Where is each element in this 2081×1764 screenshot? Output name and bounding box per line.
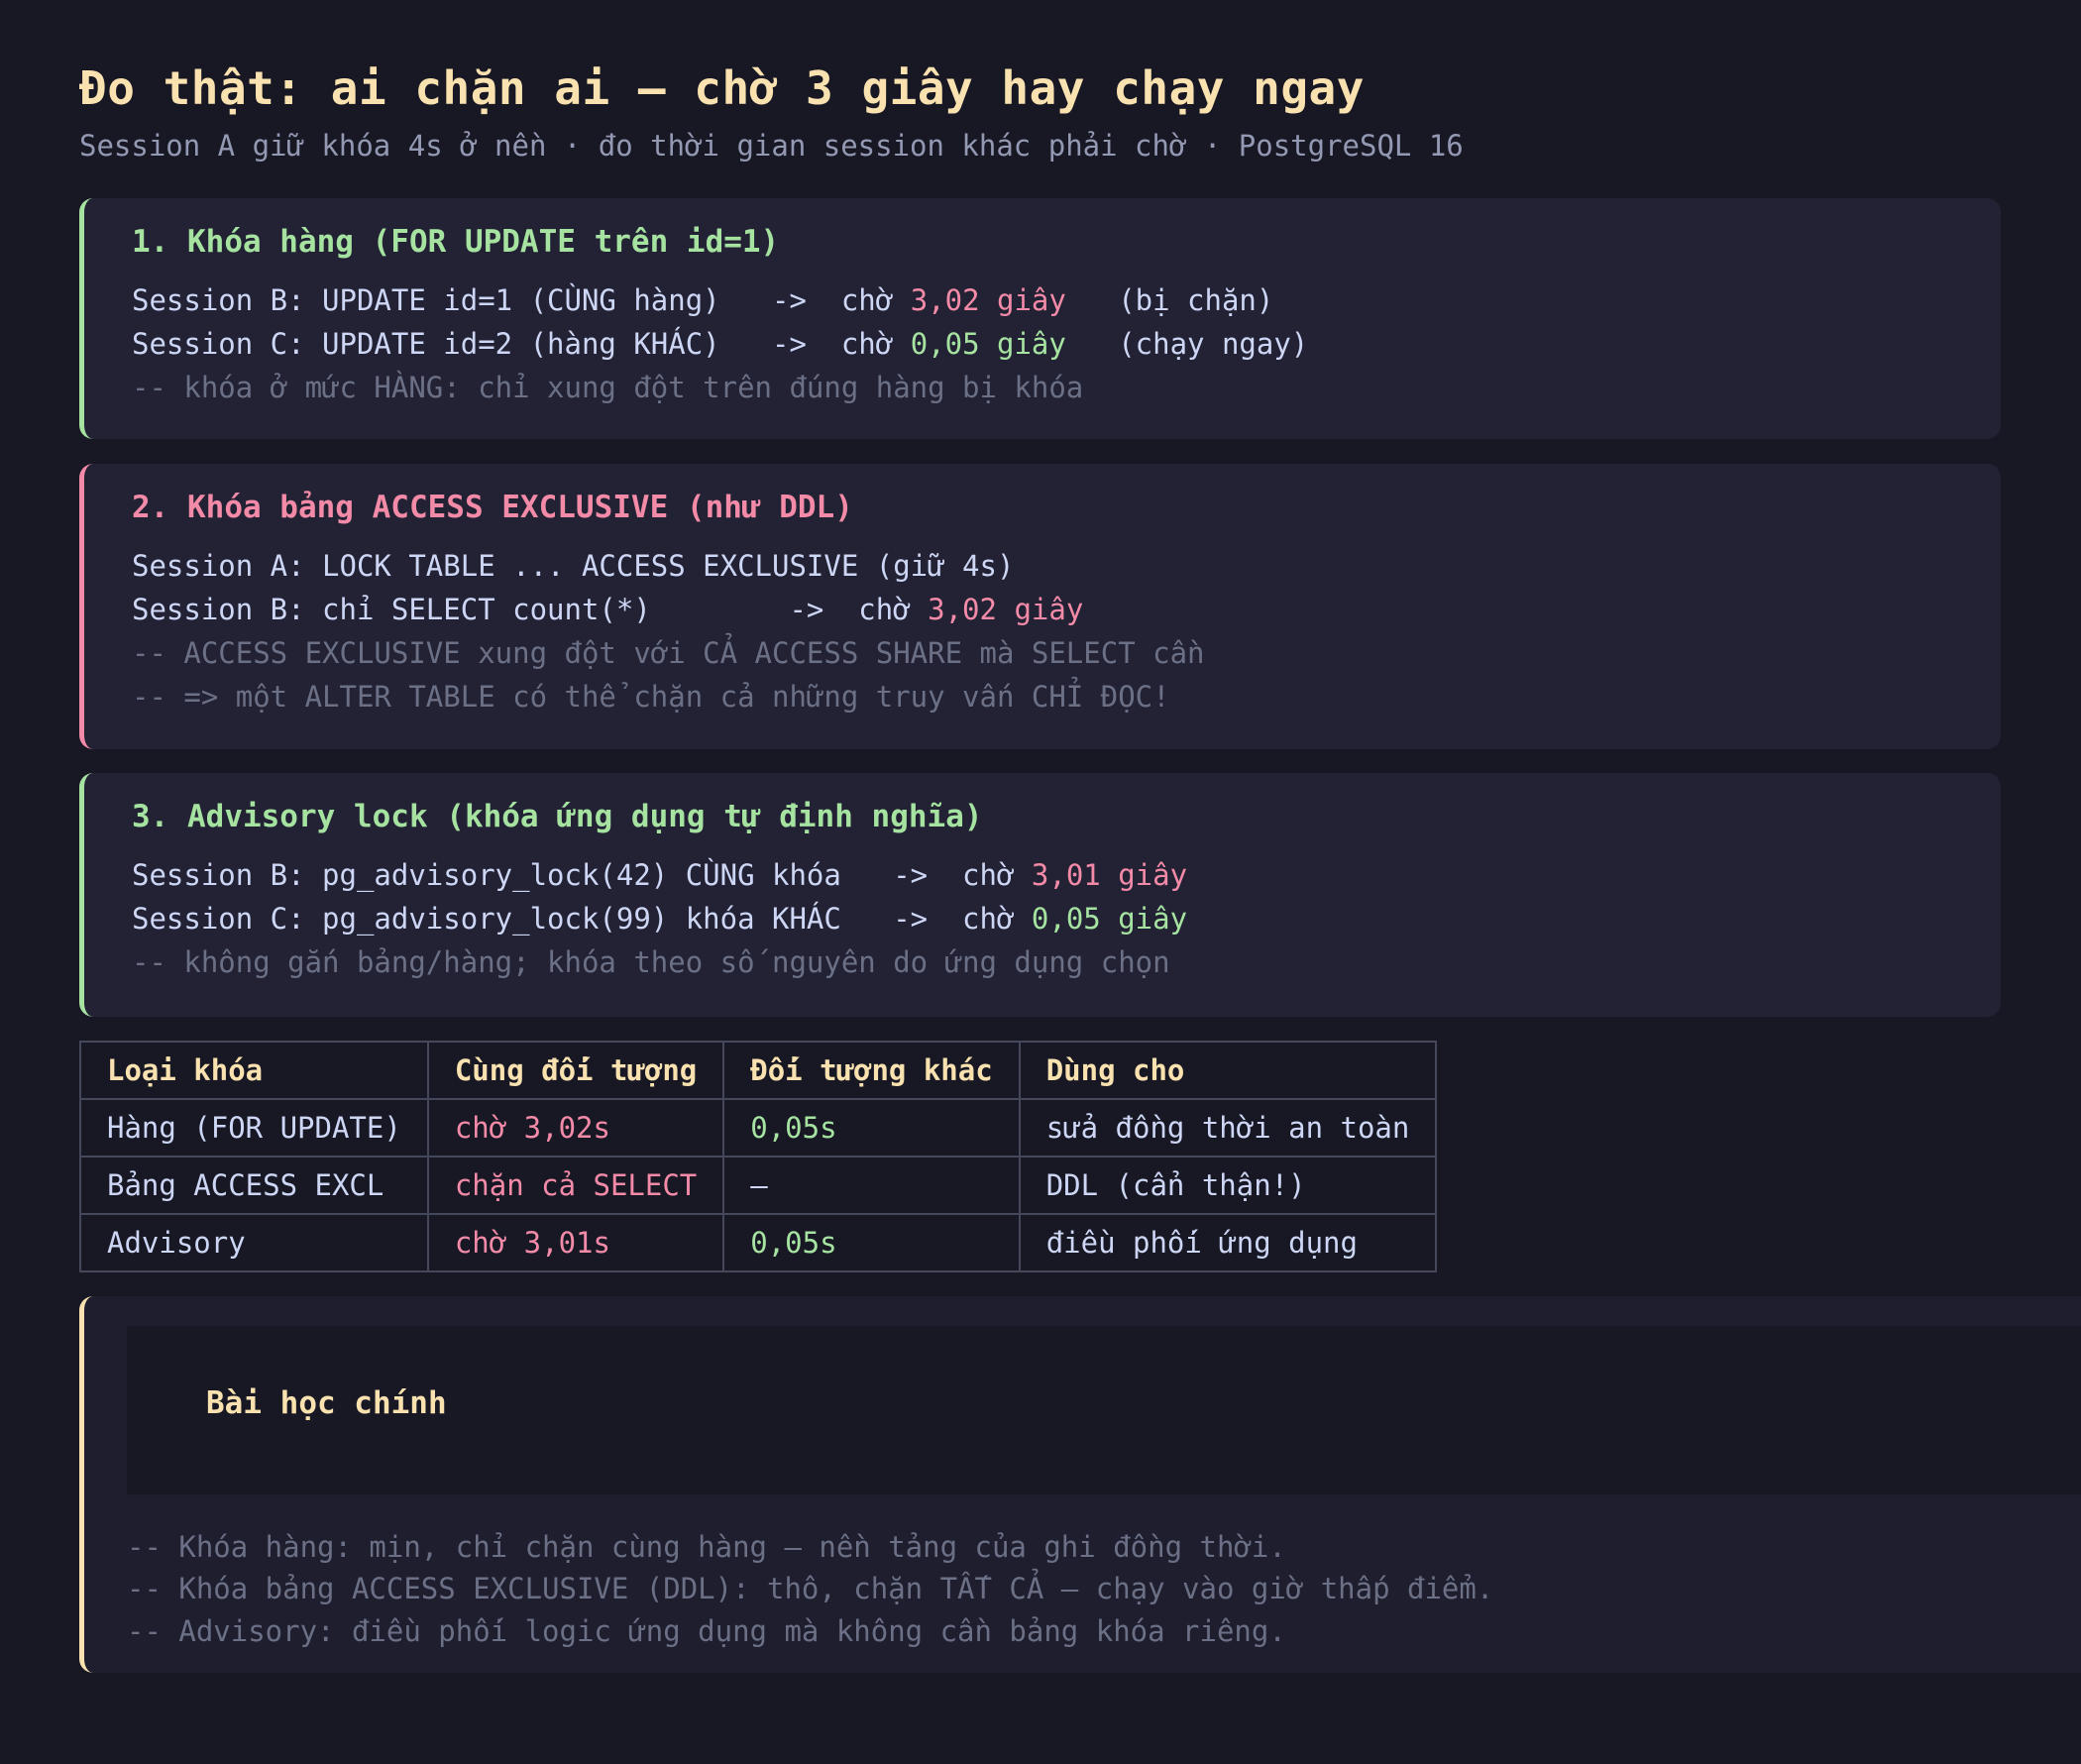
comment-line: -- ACCESS EXCLUSIVE xung đột với CẢ ACCE… (132, 636, 1205, 670)
result-prefix: Session B: chỉ SELECT count(*) -> chờ (132, 593, 929, 626)
result-prefix: Session B: UPDATE id=1 (CÙNG hàng) -> ch… (132, 283, 911, 317)
table-cell: Bảng ACCESS EXCL (79, 1156, 429, 1215)
column-header: Dùng cho (1018, 1041, 1438, 1100)
page-title: Đo thật: ai chặn ai — chờ 3 giây hay chạ… (79, 61, 1365, 115)
column-header: Cùng đối tượng (426, 1041, 725, 1100)
wait-value-blocked: 3,02 giây (928, 593, 1084, 626)
comment-line: -- => một ALTER TABLE có thể chặn cả nhữ… (132, 680, 1170, 714)
table-header-row: Loại khóa Cùng đối tượng Đối tượng khác … (79, 1041, 1438, 1100)
result-prefix: Session B: pg_advisory_lock(42) CÙNG khó… (132, 858, 1032, 892)
result-line: Session C: UPDATE id=2 (hàng KHÁC) -> ch… (132, 327, 1308, 361)
card-title: 1. Khóa hàng (FOR UPDATE trên id=1) (132, 224, 780, 260)
result-line: Session C: pg_advisory_lock(99) khóa KHÁ… (132, 902, 1187, 936)
wait-value-blocked: 3,02 giây (910, 283, 1066, 317)
table-cell: 0,05s (722, 1213, 1021, 1272)
lesson-line: -- Advisory: điều phối logic ứng dụng mà… (127, 1614, 1286, 1648)
result-line: Session A: LOCK TABLE ... ACCESS EXCLUSI… (132, 549, 1015, 583)
card-table-lock: 2. Khóa bảng ACCESS EXCLUSIVE (như DDL) … (79, 464, 2001, 749)
lesson-line: -- Khóa hàng: mịn, chỉ chặn cùng hàng — … (127, 1530, 1286, 1564)
table-cell: Advisory (79, 1213, 429, 1272)
table-cell: — (722, 1156, 1021, 1215)
card-advisory-lock: 3. Advisory lock (khóa ứng dụng tự định … (79, 773, 2001, 1017)
table-row: Advisory chờ 3,01s 0,05s điều phối ứng d… (79, 1213, 1438, 1272)
comment-line: -- khóa ở mức HÀNG: chỉ xung đột trên đú… (132, 371, 1084, 404)
table-cell: Hàng (FOR UPDATE) (79, 1098, 429, 1158)
result-line: Session B: pg_advisory_lock(42) CÙNG khó… (132, 858, 1187, 892)
lesson-panel: Bài học chính -- Khóa hàng: mịn, chỉ chặ… (79, 1296, 2081, 1673)
result-suffix: (bị chặn) (1065, 283, 1274, 317)
card-title: 2. Khóa bảng ACCESS EXCLUSIVE (như DDL) (132, 490, 853, 525)
wait-value-immediate: 0,05 giây (910, 327, 1066, 361)
table-cell: sửa đồng thời an toàn (1018, 1098, 1438, 1158)
column-header: Loại khóa (79, 1041, 429, 1100)
page-subtitle: Session A giữ khóa 4s ở nền · đo thời gi… (79, 129, 1464, 163)
wait-value-blocked: 3,01 giây (1031, 858, 1188, 892)
summary-table: Loại khóa Cùng đối tượng Đối tượng khác … (79, 1041, 1438, 1272)
lesson-header: Bài học chính (127, 1326, 2081, 1494)
result-line: Session B: UPDATE id=1 (CÙNG hàng) -> ch… (132, 283, 1273, 317)
table-row: Hàng (FOR UPDATE) chờ 3,02s 0,05s sửa đồ… (79, 1098, 1438, 1158)
card-row-lock: 1. Khóa hàng (FOR UPDATE trên id=1) Sess… (79, 198, 2001, 439)
table-cell: chờ 3,02s (426, 1098, 725, 1158)
card-title: 3. Advisory lock (khóa ứng dụng tự định … (132, 799, 983, 834)
table-row: Bảng ACCESS EXCL chặn cả SELECT — DDL (c… (79, 1156, 1438, 1215)
result-prefix: Session C: UPDATE id=2 (hàng KHÁC) -> ch… (132, 327, 911, 361)
lesson-title: Bài học chính (206, 1385, 447, 1421)
table-cell: 0,05s (722, 1098, 1021, 1158)
table-cell: chờ 3,01s (426, 1213, 725, 1272)
column-header: Đối tượng khác (722, 1041, 1021, 1100)
table-cell: điều phối ứng dụng (1018, 1213, 1438, 1272)
result-suffix: (chạy ngay) (1065, 327, 1309, 361)
wait-value-immediate: 0,05 giây (1031, 902, 1188, 936)
result-prefix: Session C: pg_advisory_lock(99) khóa KHÁ… (132, 902, 1032, 936)
table-cell: chặn cả SELECT (426, 1156, 725, 1215)
table-cell: DDL (cẩn thận!) (1018, 1156, 1438, 1215)
comment-line: -- không gắn bảng/hàng; khóa theo số ngu… (132, 945, 1170, 979)
result-line: Session B: chỉ SELECT count(*) -> chờ 3,… (132, 593, 1083, 626)
lesson-line: -- Khóa bảng ACCESS EXCLUSIVE (DDL): thô… (127, 1572, 1494, 1605)
